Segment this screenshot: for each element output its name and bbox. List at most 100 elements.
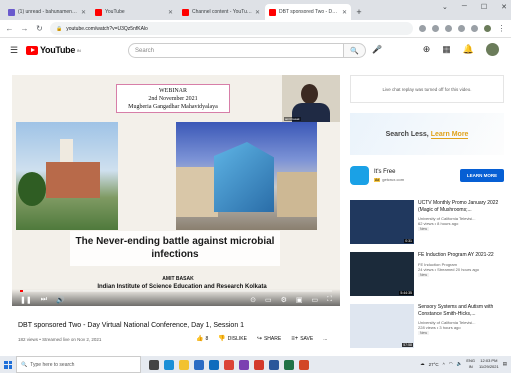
ad-banner[interactable]: Search Less, Learn More (350, 113, 504, 155)
extension-icon[interactable] (419, 25, 426, 32)
close-tab-icon[interactable]: ✕ (81, 9, 86, 16)
tab-title: DBT sponsored Two - Day V... (279, 9, 339, 15)
weather-icon[interactable]: ☁ (420, 361, 425, 367)
back-icon[interactable]: ← (5, 24, 14, 33)
dislike-button[interactable]: 👎 DISLIKE (218, 335, 247, 342)
browser-tab[interactable]: Channel content - YouTube Stu... ✕ (178, 4, 264, 20)
progress-bar[interactable] (20, 290, 332, 292)
close-window-icon[interactable]: ✕ (501, 3, 507, 11)
video-thumbnail[interactable]: 0:31 (350, 200, 414, 244)
recommended-video-info: Sensory Systems and Autism with Constanc… (418, 304, 510, 352)
video-player[interactable]: WEBINAR 2nd November 2021 Mugberia Ganga… (12, 75, 340, 306)
pause-icon[interactable]: ❚❚ (20, 296, 32, 304)
word-icon[interactable] (269, 359, 279, 370)
volume-icon[interactable]: 🔊 (56, 296, 65, 304)
date: 11/29/2021 (479, 364, 499, 369)
microphone-icon[interactable]: 🎤 (372, 45, 382, 54)
avatar[interactable] (486, 43, 499, 56)
like-button[interactable]: 👍 8 (196, 335, 208, 342)
promo-text: It's Free Ad getcrux.com (374, 169, 455, 182)
close-tab-icon[interactable]: ✕ (168, 9, 173, 16)
taskbar-search-input[interactable]: 🔍 Type here to search (16, 356, 141, 373)
notifications-bell-icon[interactable]: 🔔 (463, 44, 474, 55)
app-icon[interactable] (254, 359, 264, 370)
language-indicator[interactable]: ENG IN (466, 358, 475, 370)
menu-icon[interactable]: ☰ (10, 45, 26, 56)
new-badge: New (418, 331, 430, 335)
notifications-icon[interactable]: ▤ (503, 361, 507, 367)
tab-title: (1) unread - bahunamenta@y... (18, 9, 78, 15)
video-title: DBT sponsored Two - Day Virtual National… (18, 322, 245, 329)
maximize-icon[interactable]: ☐ (481, 3, 487, 11)
search-button[interactable]: 🔍 (344, 43, 366, 58)
theater-mode-icon[interactable]: ▭ (311, 296, 318, 304)
forward-icon[interactable]: → (20, 24, 29, 33)
more-actions-button[interactable]: ... (323, 336, 327, 342)
save-button[interactable]: ≡+ SAVE (291, 336, 313, 342)
tray-arrow-icon[interactable]: ^ (443, 362, 445, 367)
new-tab-button[interactable]: + (352, 4, 366, 20)
learn-more-button[interactable]: LEARN MORE (460, 168, 504, 182)
advertiser-logo[interactable] (350, 165, 369, 185)
fullscreen-icon[interactable]: ⛶ (327, 296, 332, 304)
video-thumbnail[interactable]: 5:44:35 (350, 252, 414, 296)
powerpoint-icon[interactable] (299, 359, 309, 370)
ad-text-prefix: Search Less, (385, 130, 431, 138)
recommended-video-title[interactable]: FE Induction Program AY 2021-22 (418, 252, 510, 259)
promo-ad-row: It's Free Ad getcrux.com LEARN MORE (350, 160, 504, 190)
mail-favicon-icon (8, 8, 15, 16)
close-tab-icon[interactable]: ✕ (255, 9, 260, 16)
browser-tab-active[interactable]: DBT sponsored Two - Day V... ✕ (265, 4, 351, 20)
clock[interactable]: 12:03 PM 11/29/2021 (479, 358, 499, 370)
extension-icon[interactable] (445, 25, 452, 32)
recommended-video-title[interactable]: UCTV Monthly Promo January 2022 (Magic o… (418, 200, 510, 213)
recommended-video[interactable]: 5:44:35 FE Induction Program AY 2021-22 … (350, 252, 510, 300)
autoplay-toggle-icon[interactable]: ⊙ (250, 296, 256, 304)
recommended-video[interactable]: 0:31 UCTV Monthly Promo January 2022 (Ma… (350, 200, 510, 248)
apps-grid-icon[interactable]: ▦ (442, 44, 451, 55)
excel-icon[interactable] (284, 359, 294, 370)
recommended-video-title[interactable]: Sensory Systems and Autism with Constanc… (418, 304, 510, 317)
recommended-video[interactable]: 57:58 Sensory Systems and Autism with Co… (350, 304, 510, 352)
speaker-icon[interactable]: 🔈 (457, 361, 463, 367)
video-thumbnail[interactable]: 57:58 (350, 304, 414, 348)
chrome-icon[interactable] (224, 359, 234, 370)
edge-icon[interactable] (164, 359, 174, 370)
start-button[interactable] (0, 356, 16, 373)
address-bar-row: ← → ↻ 🔒 youtube.com/watch?v=U3Qz5nfKAlo … (0, 20, 511, 38)
browser-menu-icon[interactable]: ⋮ (497, 24, 506, 33)
app-icon[interactable] (239, 359, 249, 370)
store-icon[interactable] (194, 359, 204, 370)
header-actions: ⊕ ▦ 🔔 (423, 43, 499, 56)
reload-icon[interactable]: ↻ (35, 24, 44, 33)
webinar-info-box: WEBINAR 2nd November 2021 Mugberia Ganga… (116, 84, 230, 113)
bookmark-icon[interactable] (458, 25, 465, 32)
slide-title: The Never-ending battle against microbia… (70, 231, 280, 266)
lock-icon: 🔒 (56, 25, 63, 32)
file-explorer-icon[interactable] (179, 359, 189, 370)
url-field[interactable]: 🔒 youtube.com/watch?v=U3Qz5nfKAlo (50, 22, 413, 35)
recommended-video-stats: 24 views • Streamed 20 hours ago (418, 266, 479, 272)
share-button[interactable]: ↪ SHARE (257, 335, 281, 342)
browser-tab[interactable]: (1) unread - bahunamenta@y... ✕ (4, 4, 90, 20)
tab-search-icon[interactable]: ⌄ (442, 3, 448, 11)
create-video-icon[interactable]: ⊕ (423, 44, 431, 55)
browser-tab[interactable]: YouTube ✕ (91, 4, 177, 20)
close-tab-icon[interactable]: ✕ (342, 9, 347, 16)
youtube-logo[interactable]: YouTube IN (26, 45, 81, 55)
captions-icon[interactable]: ▭ (265, 296, 272, 304)
miniplayer-icon[interactable]: ▣ (296, 296, 303, 304)
wifi-icon[interactable]: ◠ (449, 361, 453, 367)
extensions-puzzle-icon[interactable] (471, 25, 478, 32)
extension-icon[interactable] (432, 25, 439, 32)
next-icon[interactable]: ⏭ (41, 296, 47, 304)
profile-icon[interactable] (484, 25, 491, 32)
minimize-icon[interactable]: ─ (462, 3, 467, 11)
video-duration: 57:58 (402, 343, 413, 347)
search-input[interactable]: Search (128, 43, 344, 58)
recommended-video-stats: 228 views • 3 hours ago (418, 325, 461, 330)
settings-gear-icon[interactable]: ⚙ (281, 296, 287, 304)
mail-icon[interactable] (209, 359, 219, 370)
task-view-icon[interactable] (149, 359, 159, 370)
youtube-favicon-icon (95, 8, 102, 16)
